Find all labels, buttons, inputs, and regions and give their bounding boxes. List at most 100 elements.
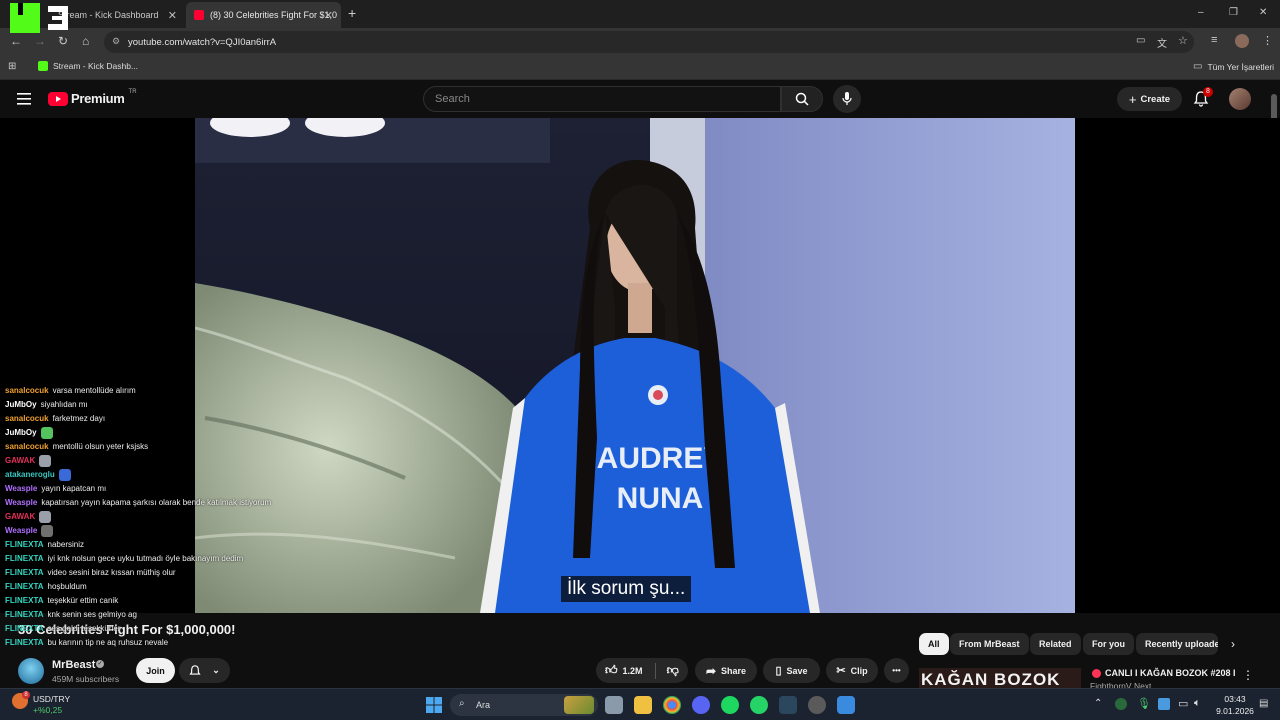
chrome-icon[interactable]	[663, 696, 681, 714]
verified-check-icon: ✓	[96, 660, 104, 668]
notifications-button[interactable]: 8	[1193, 87, 1213, 112]
ticker-name[interactable]: USD/TRY	[33, 694, 70, 704]
channel-name[interactable]: MrBeast	[52, 659, 95, 671]
search-input[interactable]: Search	[423, 86, 781, 112]
chat-username[interactable]: FLINEXTA	[5, 596, 44, 605]
hamburger-menu-icon[interactable]	[17, 93, 31, 105]
chat-username[interactable]: FLINEXTA	[5, 582, 44, 591]
chat-message-text: ses geldi teşekkürler	[47, 624, 121, 633]
thumbs-down-icon[interactable]: 👎︎	[667, 663, 679, 678]
voice-search-button[interactable]	[833, 85, 861, 113]
apps-grid-icon[interactable]: ⊞	[8, 61, 16, 72]
profile-avatar[interactable]	[1235, 34, 1249, 48]
chat-username[interactable]: Weasple	[5, 526, 37, 535]
obs-icon[interactable]	[808, 696, 826, 714]
chat-username[interactable]: FLINEXTA	[5, 554, 44, 563]
chat-username[interactable]: Weasple	[5, 498, 37, 507]
tray-app-icon[interactable]	[1115, 698, 1127, 710]
new-tab-button[interactable]: +	[348, 5, 356, 21]
recommended-channel[interactable]: FightbornV Next	[1090, 681, 1151, 688]
chat-message-text: hoşbuldum	[47, 582, 87, 591]
chat-username[interactable]: GAWAK	[5, 512, 35, 521]
create-button[interactable]: + Create	[1117, 87, 1182, 111]
chat-username[interactable]: FLINEXTA	[5, 624, 44, 633]
site-info-icon[interactable]: ⚙	[112, 36, 120, 47]
translate-icon[interactable]: 文	[1157, 35, 1167, 50]
chip-all[interactable]: All	[919, 633, 949, 655]
back-arrow-icon[interactable]: ←	[10, 34, 22, 48]
maximize-button[interactable]: ❐	[1229, 7, 1238, 18]
browser-menu-icon[interactable]: ⋮	[1262, 34, 1273, 47]
chat-username[interactable]: FLINEXTA	[5, 610, 44, 619]
country-code: TR	[128, 88, 137, 95]
tray-app-icon-2[interactable]	[1158, 698, 1170, 710]
clock-date[interactable]: 9.01.2026	[1213, 706, 1257, 716]
tab-close-icon[interactable]: ✕	[324, 9, 333, 22]
channel-avatar[interactable]	[18, 658, 44, 684]
bookmark-star-icon[interactable]: ☆	[1178, 34, 1188, 47]
chat-username[interactable]: JuMbOy	[5, 428, 37, 437]
bookmark-kick-dashboard[interactable]: Stream - Kick Dashb...	[38, 61, 138, 71]
chat-username[interactable]: sanalcocuk	[5, 442, 49, 451]
join-button[interactable]: Join	[136, 658, 175, 683]
notepad-icon[interactable]	[837, 696, 855, 714]
tab-kick-dashboard[interactable]: Stream - Kick Dashboard ✕	[58, 2, 185, 28]
chat-username[interactable]: FLINEXTA	[5, 638, 44, 647]
chat-username[interactable]: sanalcocuk	[5, 386, 49, 395]
youtube-premium-logo[interactable]: Premium TR	[48, 88, 137, 106]
steam-icon[interactable]	[779, 696, 797, 714]
home-icon[interactable]: ⌂	[82, 34, 89, 48]
tray-chevron-up-icon[interactable]: ⌃	[1094, 698, 1102, 709]
microphone-icon[interactable]: 🎙︎	[1137, 697, 1151, 710]
chip-related[interactable]: Related	[1030, 633, 1081, 655]
tab-youtube-video[interactable]: (8) 30 Celebrities Fight For $1,0 ✕	[186, 2, 341, 28]
save-button[interactable]: ▯ Save	[763, 658, 820, 683]
clip-button[interactable]: ✂ Clip	[826, 658, 878, 683]
chip-for-you[interactable]: For you	[1083, 633, 1134, 655]
all-bookmarks-button[interactable]: ▭ Tüm Yer İşaretleri	[1193, 61, 1274, 72]
tab-close-icon[interactable]: ✕	[168, 9, 177, 22]
reading-list-icon[interactable]: ≡	[1211, 34, 1217, 46]
clock-time[interactable]: 03:43	[1216, 694, 1254, 704]
chat-username[interactable]: FLINEXTA	[5, 540, 44, 549]
cast-icon[interactable]: ▭	[1136, 35, 1145, 46]
forward-arrow-icon[interactable]: →	[34, 34, 46, 48]
chat-username[interactable]: GAWAK	[5, 456, 35, 465]
chip-from-mrbeast[interactable]: From MrBeast	[950, 633, 1029, 655]
thumbs-up-icon[interactable]: 👍︎	[605, 663, 618, 678]
minimize-button[interactable]: –	[1198, 7, 1204, 18]
chips-next-arrow-icon[interactable]: ›	[1231, 637, 1235, 651]
chat-username[interactable]: FLINEXTA	[5, 568, 44, 577]
chat-username[interactable]: JuMbOy	[5, 400, 37, 409]
search-button[interactable]	[781, 86, 823, 112]
youtube-favicon-icon	[194, 10, 204, 20]
chat-username[interactable]: sanalcocuk	[5, 414, 49, 423]
network-icon[interactable]: ▭	[1178, 697, 1188, 710]
address-bar[interactable]: ⚙ youtube.com/watch?v=QJI0an6irrA	[104, 31, 1194, 53]
task-view-icon[interactable]	[605, 696, 623, 714]
volume-icon[interactable]: 🔈︎	[1194, 697, 1201, 710]
close-window-button[interactable]: ✕	[1259, 7, 1267, 18]
whatsapp-icon[interactable]	[750, 696, 768, 714]
spotify-icon[interactable]	[721, 696, 739, 714]
kick-favicon-icon	[38, 61, 48, 71]
reload-icon[interactable]: ↻	[58, 34, 68, 48]
chip-recently-uploaded[interactable]: Recently uploade	[1136, 633, 1218, 655]
more-actions-button[interactable]: •••	[884, 658, 909, 683]
share-button[interactable]: ➦ Share	[695, 658, 757, 683]
recommended-more-icon[interactable]: ⋮	[1242, 668, 1254, 682]
recommended-thumbnail[interactable]: KAĞAN BOZOK	[919, 668, 1081, 688]
chat-username[interactable]: Weasple	[5, 484, 37, 493]
notifications-center-icon[interactable]: ▤	[1259, 698, 1268, 709]
taskbar-search-input[interactable]: ⌕ Ara	[450, 694, 598, 716]
windows-start-icon[interactable]	[426, 697, 442, 713]
chat-username[interactable]: atakaneroglu	[5, 470, 55, 479]
file-explorer-icon[interactable]	[634, 696, 652, 714]
recommended-title[interactable]: CANLI I KAĞAN BOZOK #208 I	[1105, 668, 1236, 678]
chat-message-text: siyahlıdan mı	[40, 400, 88, 409]
like-count[interactable]: 1.2M	[623, 666, 643, 676]
chat-emote-icon	[58, 468, 71, 481]
subscription-bell-button[interactable]: ⌄	[179, 658, 230, 683]
account-avatar[interactable]	[1229, 88, 1251, 110]
discord-icon[interactable]	[692, 696, 710, 714]
